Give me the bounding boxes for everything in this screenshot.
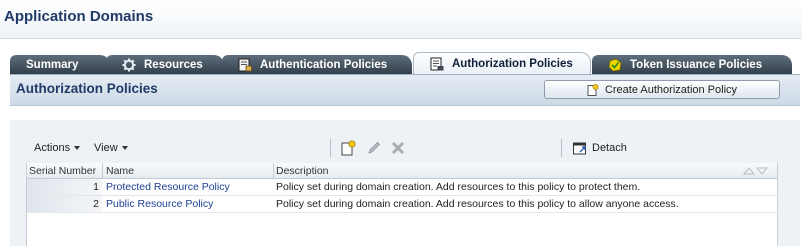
panel-title: Authorization Policies [16,81,158,96]
column-header-name[interactable]: Name [106,165,134,177]
serial-number-cell: 1 [93,181,99,193]
table-row[interactable]: 1 Protected Resource Policy Policy set d… [27,179,777,196]
view-menu[interactable]: View [94,142,128,154]
detach-button[interactable]: Detach [592,142,627,154]
authn-policy-icon [238,58,252,72]
tab-label: Summary [26,58,79,71]
description-cell: Policy set during domain creation. Add r… [276,198,679,210]
authz-policy-icon [430,57,444,71]
tab-strip: Summary Resources Authentication Policie… [10,52,800,74]
policy-name-link[interactable]: Public Resource Policy [106,198,213,210]
policy-name-link[interactable]: Protected Resource Policy [106,181,230,193]
serial-number-cell: 2 [93,198,99,210]
chevron-down-icon [74,146,81,151]
page-header: Application Domains [0,0,802,39]
tab-label: Authorization Policies [452,57,573,70]
actions-menu[interactable]: Actions [34,142,81,154]
view-label: View [94,142,118,154]
token-icon [608,58,622,72]
create-authorization-policy-button[interactable]: Create Authorization Policy [544,80,780,99]
tab-authorization-policies[interactable]: Authorization Policies [413,52,591,74]
new-document-icon [587,83,599,96]
tab-summary[interactable]: Summary [10,55,110,74]
page-title: Application Domains [4,8,154,25]
toolbar-separator [330,139,331,157]
column-divider[interactable] [102,163,103,179]
description-cell: Policy set during domain creation. Add r… [276,181,641,193]
gear-icon [122,58,136,72]
chevron-down-icon [121,146,128,151]
policies-table: Serial Number Name Description 1 Protect… [26,163,778,246]
toolbar-separator [561,139,562,157]
table-row[interactable]: 2 Public Resource Policy Policy set duri… [27,196,777,213]
column-divider[interactable] [273,163,274,179]
tab-label: Authentication Policies [260,58,388,71]
table-toolbar: Actions View Detach [10,136,800,160]
actions-label: Actions [34,142,71,154]
table-header: Serial Number Name Description [27,163,777,179]
tab-label: Token Issuance Policies [630,58,763,71]
column-header-serial-number[interactable]: Serial Number [29,165,96,177]
sort-icon[interactable] [742,166,769,176]
edit-icon[interactable] [366,140,382,156]
detach-icon[interactable] [572,140,588,156]
tab-label: Resources [144,58,203,71]
tab-token-issuance-policies[interactable]: Token Issuance Policies [592,55,792,74]
create-icon[interactable] [340,140,356,156]
delete-icon[interactable] [390,140,406,156]
tab-resources[interactable]: Resources [106,55,224,74]
create-button-label: Create Authorization Policy [604,83,738,96]
tab-authentication-policies[interactable]: Authentication Policies [222,55,412,74]
panel-header: Authorization Policies Create Authorizat… [10,74,800,106]
column-header-description[interactable]: Description [276,165,329,177]
